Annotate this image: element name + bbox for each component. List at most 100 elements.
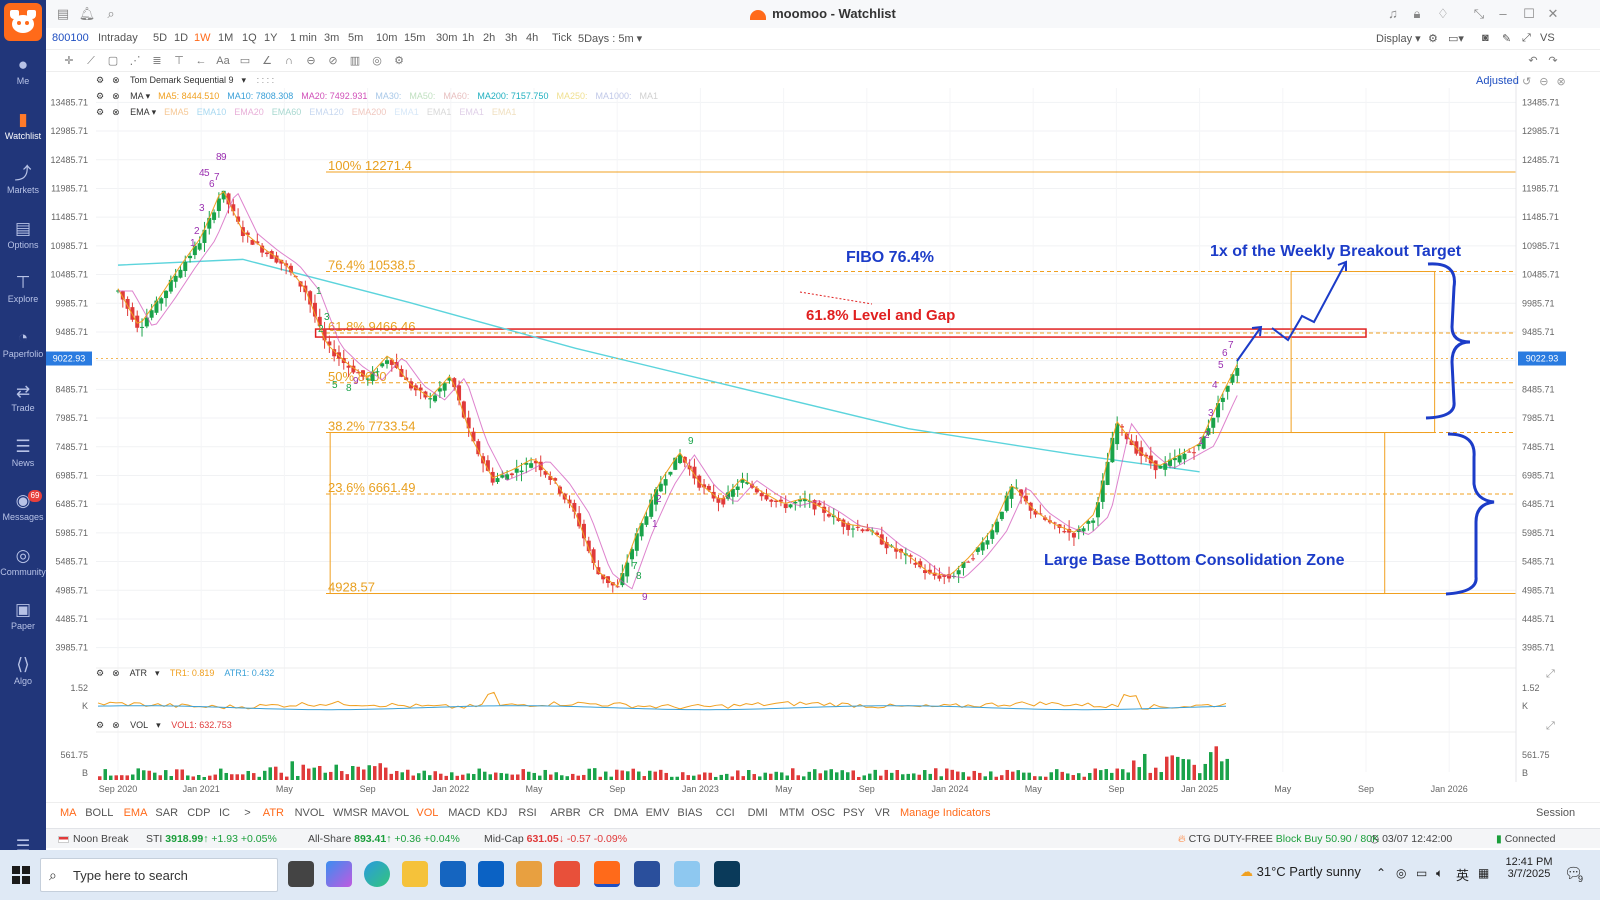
indicator-tab-vol[interactable]: VOL (416, 807, 438, 819)
timeframe-30m[interactable]: 30m (436, 32, 457, 44)
adjusted-toggle[interactable]: Adjusted (1476, 75, 1527, 89)
expand-vol-icon[interactable]: ⤢ (1546, 720, 1555, 734)
tray-chevron-icon[interactable]: ⌃ (1376, 866, 1386, 880)
timeframe-1h[interactable]: 1h (462, 32, 474, 44)
indicator-tab-wmsr[interactable]: WMSR (333, 807, 368, 819)
close-icon[interactable]: ⊗ (112, 720, 120, 730)
atr-indicator-row[interactable]: ⚙ ⊗ ATR ▾ TR1: 0.819 ATR1: 0.432 (96, 668, 282, 682)
vs-button[interactable]: VS (1540, 32, 1555, 44)
settings-icon[interactable]: ⚙ (96, 720, 104, 730)
indicator-tab-dma[interactable]: DMA (614, 807, 638, 819)
display-icon[interactable]: ▭ (1416, 866, 1427, 880)
outlook-icon[interactable] (478, 861, 504, 887)
arrow-tool-icon[interactable]: ← (194, 54, 208, 68)
photos-icon[interactable] (674, 861, 700, 887)
note-icon[interactable]: ▭ (238, 54, 252, 68)
sidebar-item-paper[interactable]: ▣ Paper (0, 595, 46, 649)
redo-icon[interactable]: ↷ (1546, 54, 1560, 68)
timeframe-1w[interactable]: 1W (194, 32, 211, 44)
keyboard-icon[interactable]: ▦ (1478, 866, 1489, 880)
close-icon[interactable]: ⊗ (112, 91, 120, 101)
timeframe-1-min[interactable]: 1 min (290, 32, 317, 44)
timeframe-1q[interactable]: 1Q (242, 32, 257, 44)
settings-icon[interactable]: ⚙ (96, 91, 104, 101)
news-ticker[interactable]: 🔥︎ CTG DUTY-FREE Block Buy 50.90 / 80K (1178, 833, 1379, 846)
chart-corner-controls[interactable]: ↺ ⊖ ⊗ (1522, 75, 1574, 89)
minus-icon[interactable]: ⊖ (1539, 76, 1548, 88)
sidebar-item-messages[interactable]: ◉ Messages 69 (0, 486, 46, 540)
store-icon[interactable] (440, 861, 466, 887)
close-icon[interactable]: ✕ (1544, 5, 1562, 23)
timeframe-5days-5m[interactable]: 5Days : 5m ▾ (578, 32, 642, 45)
settings-icon[interactable]: ⚙ (392, 54, 406, 68)
indicator-tab--[interactable]: > (244, 807, 250, 819)
timeframe-3h[interactable]: 3h (505, 32, 517, 44)
trash-icon[interactable]: ▥ (348, 54, 362, 68)
moomoo-app-icon[interactable] (594, 861, 620, 887)
reset-icon[interactable]: ↺ (1522, 76, 1531, 88)
moomoo-logo[interactable] (4, 3, 42, 41)
eraser-icon[interactable]: ⊘ (326, 54, 340, 68)
close-icon[interactable]: ⊗ (112, 107, 120, 117)
task-view-icon[interactable] (288, 861, 314, 887)
close-icon[interactable]: ⊗ (112, 668, 120, 678)
indicator-tab-osc[interactable]: OSC (811, 807, 835, 819)
indicator-tab-boll[interactable]: BOLL (85, 807, 113, 819)
timeframe-5m[interactable]: 5m (348, 32, 363, 44)
indicator-tab-mavol[interactable]: MAVOL (371, 807, 409, 819)
indicator-tab-vr[interactable]: VR (875, 807, 890, 819)
rectangle-tool-icon[interactable]: ▢ (106, 54, 120, 68)
snipping-tool-icon[interactable] (554, 861, 580, 887)
indicator-tab-psy[interactable]: PSY (843, 807, 865, 819)
collapse-icon[interactable]: ⤡ (1470, 5, 1488, 23)
sidebar-item-explore[interactable]: ⊤ Explore (0, 268, 46, 322)
chevron-down-icon[interactable]: ▾ (155, 668, 160, 678)
sidebar-item-paperfolio[interactable]: ◔ Paperfolio (0, 323, 46, 377)
timeframe-intraday[interactable]: Intraday (98, 32, 138, 44)
indicator-tab-atr[interactable]: ATR (263, 807, 284, 819)
connection-status[interactable]: ▮ Connected (1496, 833, 1556, 845)
shirt-icon[interactable]: ♢ (1434, 5, 1452, 23)
indicator-tab-mtm[interactable]: MTM (779, 807, 804, 819)
taskbar-search-box[interactable]: ⌕ Type here to search (40, 858, 278, 892)
line-tool-icon[interactable]: ⟋ (84, 54, 98, 68)
indicator-tab-sar[interactable]: SAR (155, 807, 178, 819)
multi-line-icon[interactable]: ⋰ (128, 54, 142, 68)
sidebar-item-trade[interactable]: ⇄ Trade (0, 377, 46, 431)
indicator-tab-nvol[interactable]: NVOL (295, 807, 325, 819)
magnet-icon[interactable]: ∩ (282, 54, 296, 68)
price-chart[interactable]: 13485.71 13485.71 12985.71 12985.71 12485.71… (46, 72, 1600, 802)
ticker-midcap[interactable]: Mid-Cap 631.05↓ -0.57 -0.09% (484, 833, 627, 845)
fullscreen-icon[interactable]: ⤢ (1522, 32, 1531, 45)
hide-icon[interactable]: ⊖ (304, 54, 318, 68)
indicator-tab-ic[interactable]: IC (219, 807, 230, 819)
lock-icon[interactable]: 🔒︎ (1408, 5, 1426, 23)
chart-area[interactable]: 13485.71 13485.71 12985.71 12985.71 12485.71… (46, 72, 1600, 802)
network-icon[interactable]: ◎ (1396, 866, 1406, 880)
input-language[interactable]: 英 (1456, 865, 1469, 884)
windows-start-icon[interactable] (12, 866, 30, 884)
vol-indicator-row[interactable]: ⚙ ⊗ VOL ▾ VOL1: 632.753 (96, 720, 240, 734)
ma-indicator-row[interactable]: ⚙ ⊗ MA ▾ MA5: 8444.510 MA10: 7808.308 MA20: … (96, 91, 666, 105)
indicator-tab-cci[interactable]: CCI (716, 807, 735, 819)
ema-indicator-row[interactable]: ⚙ ⊗ EMA ▾ EMA5 EMA10 EMA20 EMA60 EMA120 EMA200 E… (96, 107, 524, 121)
file-explorer-icon[interactable] (402, 861, 428, 887)
td-indicator-row[interactable]: ⚙ ⊗ Tom Demark Sequential 9 ▾ : : : : (96, 75, 282, 89)
indicator-tab-arbr[interactable]: ARBR (550, 807, 581, 819)
terminal-icon[interactable] (714, 861, 740, 887)
sidebar-item-watchlist[interactable]: ▮ Watchlist (0, 105, 46, 159)
timeframe-15m[interactable]: 15m (404, 32, 425, 44)
sidebar-item-community[interactable]: ◎ Community (0, 541, 46, 595)
camera-icon[interactable]: ◙ (1482, 32, 1489, 44)
indicator-tab-emv[interactable]: EMV (646, 807, 670, 819)
minimize-icon[interactable]: – (1494, 5, 1512, 23)
weather-widget[interactable]: ☁ 31°C Partly sunny (1240, 864, 1361, 880)
pen-icon[interactable]: ✎ (1502, 32, 1511, 45)
visibility-icon[interactable]: ◎ (370, 54, 384, 68)
indicator-tab-rsi[interactable]: RSI (518, 807, 536, 819)
sidebar-item-options[interactable]: ▤ Options (0, 214, 46, 268)
indicator-tab-cr[interactable]: CR (589, 807, 605, 819)
sidebar-item-algo[interactable]: ⟨⟩ Algo (0, 650, 46, 704)
settings-icon[interactable]: ⚙ (96, 75, 104, 85)
chevron-down-icon[interactable]: ▾ (242, 75, 247, 85)
